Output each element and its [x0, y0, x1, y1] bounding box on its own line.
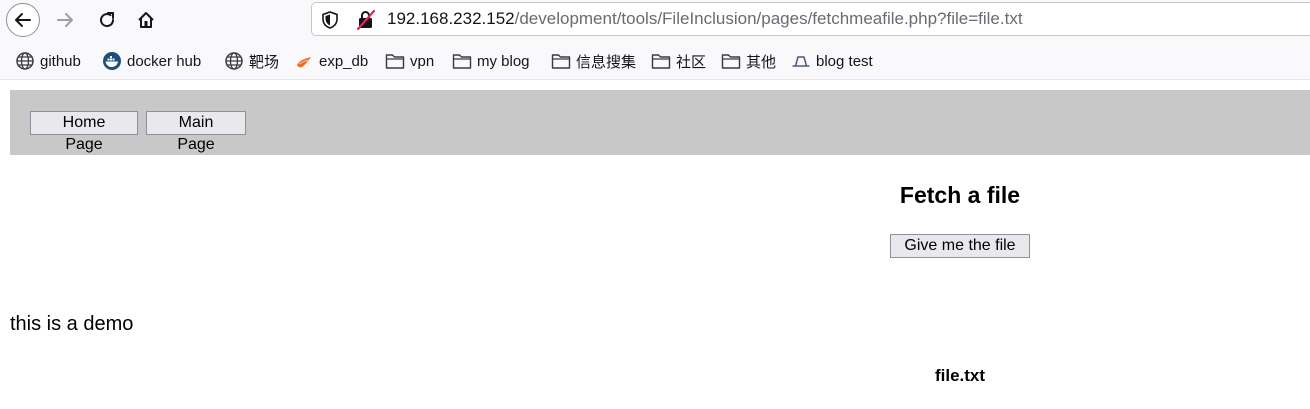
reload-icon — [100, 12, 115, 28]
bookmark-label: vpn — [410, 52, 435, 70]
address-bar[interactable]: 192.168.232.152/development/tools/FileIn… — [311, 2, 1310, 36]
docker-icon — [103, 52, 121, 70]
home-button[interactable] — [129, 3, 163, 37]
back-button[interactable] — [6, 3, 40, 37]
bookmark-blog-test[interactable]: blog test — [791, 51, 873, 71]
shield-icon[interactable] — [322, 11, 338, 29]
bookmark-label: blog test — [816, 52, 873, 70]
browser-toolbar: 192.168.232.152/development/tools/FileIn… — [0, 0, 1310, 40]
bookmark-exp-db[interactable]: exp_db — [294, 51, 368, 71]
bookmarks-bar: github docker hub 靶场 exp_db vpn my blog … — [0, 40, 1310, 80]
page-title: Fetch a file — [899, 182, 1021, 208]
home-page-button[interactable]: Home Page — [30, 111, 138, 153]
bookmark-docker-hub[interactable]: docker hub — [102, 51, 201, 71]
arrow-left-icon — [15, 13, 31, 27]
url-text[interactable]: 192.168.232.152/development/tools/FileIn… — [387, 8, 1023, 30]
bookmark-label: docker hub — [127, 52, 202, 70]
bookmark-folder-community[interactable]: 社区 — [651, 51, 706, 71]
hat-icon — [792, 56, 810, 67]
bookmark-label: 靶场 — [249, 53, 280, 71]
url-host: 192.168.232.152 — [387, 9, 515, 28]
bookmark-label: 社区 — [676, 53, 707, 71]
folder-icon — [551, 54, 571, 69]
globe-icon — [225, 52, 243, 70]
bookmark-label: github — [40, 52, 81, 70]
folder-icon — [721, 54, 741, 69]
exploitdb-icon — [297, 57, 311, 68]
forward-button[interactable] — [48, 3, 82, 37]
folder-icon — [651, 54, 671, 69]
reload-button[interactable] — [90, 3, 124, 37]
arrow-right-icon — [57, 13, 73, 27]
bookmark-label: 信息搜集 — [576, 53, 637, 71]
bookmark-label: exp_db — [319, 52, 369, 70]
insecure-lock-icon[interactable] — [357, 10, 375, 30]
main-page-button[interactable]: Main Page — [146, 111, 246, 153]
bookmark-github[interactable]: github — [15, 51, 81, 71]
globe-icon — [16, 52, 34, 70]
home-icon — [138, 12, 154, 28]
folder-icon — [385, 54, 405, 69]
file-name-label: file.txt — [934, 366, 986, 385]
file-content: this is a demo — [10, 313, 134, 335]
give-file-button[interactable]: Give me the file — [890, 234, 1030, 258]
bookmark-label: 其他 — [746, 53, 777, 71]
bookmark-folder-other[interactable]: 其他 — [721, 51, 776, 71]
page-header: Home Page Main Page — [10, 90, 1310, 155]
bookmark-folder-info-gathering[interactable]: 信息搜集 — [551, 51, 636, 71]
bookmark-label: my blog — [477, 52, 530, 70]
folder-icon — [452, 54, 472, 69]
bookmark-folder-my-blog[interactable]: my blog — [452, 51, 530, 71]
bookmark-range[interactable]: 靶场 — [224, 51, 279, 71]
bookmark-folder-vpn[interactable]: vpn — [385, 51, 434, 71]
url-path: /development/tools/FileInclusion/pages/f… — [514, 9, 1023, 28]
